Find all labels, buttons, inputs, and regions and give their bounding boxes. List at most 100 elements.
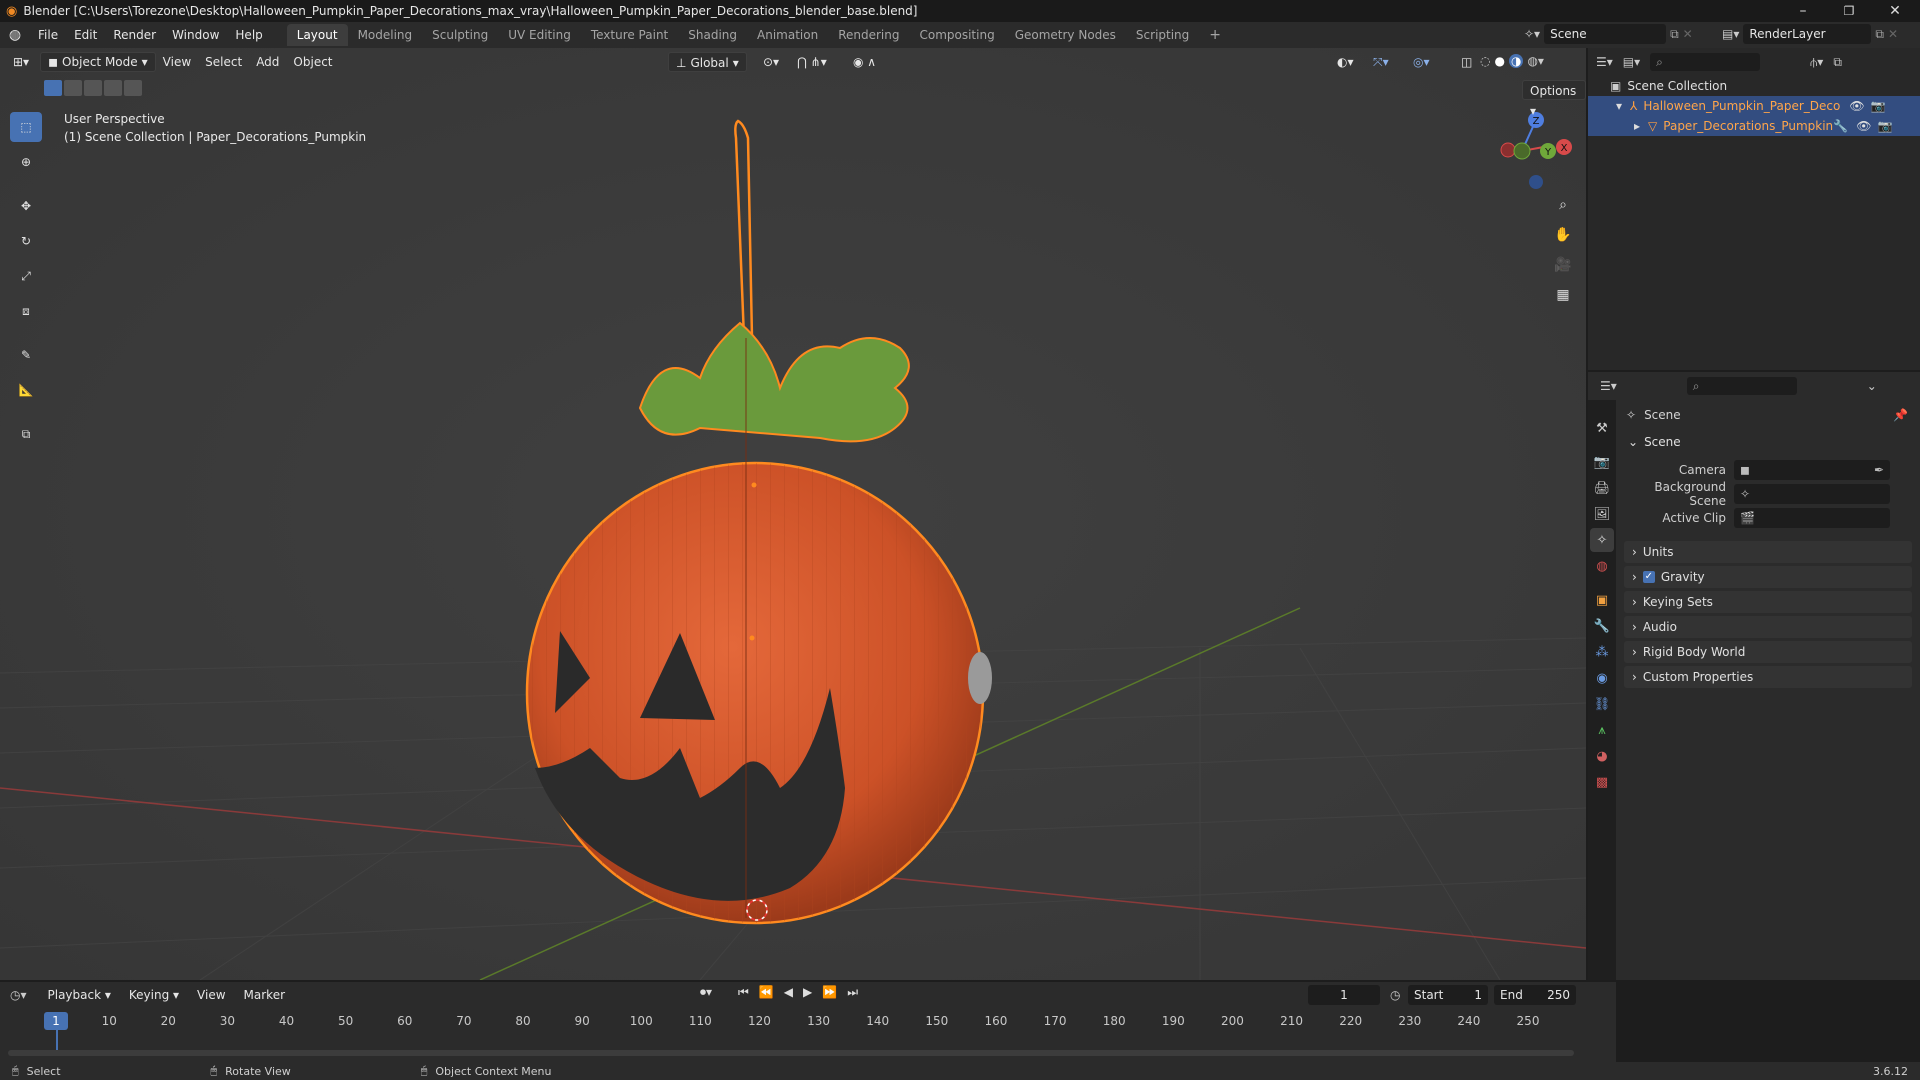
marker-menu[interactable]: Marker	[237, 985, 292, 1005]
select-box-tool-icon[interactable]: ⬚	[10, 112, 42, 142]
chevron-down-icon[interactable]: ⌄	[1867, 379, 1877, 393]
scene-icon[interactable]: ✧▾	[1524, 27, 1540, 41]
gravity-panel[interactable]: › ✓ Gravity	[1624, 566, 1912, 588]
camera-field[interactable]: ◼ ✒	[1734, 460, 1890, 480]
new-collection-icon[interactable]: ⧉	[1833, 55, 1842, 70]
constraints-tab-icon[interactable]: ⛓	[1590, 692, 1614, 716]
properties-editor-type-icon[interactable]: ☰▾	[1600, 379, 1617, 393]
material-tab-icon[interactable]: ◕	[1590, 744, 1614, 768]
menu-file[interactable]: File	[30, 24, 66, 46]
visibility-icon[interactable]: ◐▾	[1330, 52, 1361, 72]
rendered-shading-icon[interactable]: ◍▾	[1527, 54, 1544, 68]
rotate-tool-icon[interactable]: ↻	[10, 226, 42, 256]
select-invert-icon[interactable]	[104, 80, 122, 96]
pivot-icon[interactable]: ⊙▾	[756, 52, 786, 72]
snap-icon[interactable]: ⋂ ⋔▾	[790, 52, 834, 72]
render-camera-icon[interactable]: 📷	[1871, 99, 1886, 113]
collapse-arrow-icon[interactable]: ▾	[1616, 99, 1622, 113]
start-frame-field[interactable]: Start 1	[1408, 985, 1488, 1005]
tab-scripting[interactable]: Scripting	[1126, 24, 1199, 46]
tab-animation[interactable]: Animation	[747, 24, 828, 46]
zoom-icon[interactable]: ⌕	[1550, 192, 1576, 218]
maximize-button[interactable]: ❐	[1826, 0, 1872, 22]
mode-dropdown[interactable]: ◼ Object Mode ▾	[40, 52, 156, 72]
timeline-ruler[interactable]: 1 10 20 30 40 50 60 70 80 90 100 110 120 130 140 150 160…	[0, 1010, 1580, 1056]
active-clip-field[interactable]: 🎬	[1734, 508, 1890, 528]
select-extend-icon[interactable]	[64, 80, 82, 96]
ortho-grid-icon[interactable]: ▦	[1550, 282, 1576, 308]
scene-selector[interactable]: Scene	[1544, 24, 1667, 44]
outliner-row-scene-collection[interactable]: ▣ Scene Collection	[1588, 76, 1920, 96]
rigid-body-world-panel[interactable]: › Rigid Body World	[1624, 641, 1912, 663]
tab-compositing[interactable]: Compositing	[909, 24, 1004, 46]
tab-layout[interactable]: Layout	[286, 24, 348, 46]
timeline-editor-type-icon[interactable]: ◷▾	[10, 988, 27, 1002]
properties-search-input[interactable]: ⌕	[1686, 377, 1797, 395]
timeline-scrollbar[interactable]	[8, 1050, 1574, 1056]
keying-sets-panel[interactable]: › Keying Sets	[1624, 591, 1912, 613]
select-intersect-icon[interactable]	[124, 80, 142, 96]
background-scene-field[interactable]: ✧	[1734, 484, 1890, 504]
play-reverse-icon[interactable]: ◀	[784, 985, 793, 1000]
viewport-menu-select[interactable]: Select	[198, 52, 249, 72]
3d-viewport[interactable]: Z X Y ⊞▾ ◼ Object Mode ▾ View Select Add…	[0, 48, 1586, 980]
units-panel[interactable]: › Units	[1624, 541, 1912, 563]
proportional-edit-icon[interactable]: ◉ ∧	[846, 52, 883, 72]
wireframe-shading-icon[interactable]: ◌	[1480, 54, 1490, 68]
view-layer-tab-icon[interactable]: 🖼	[1590, 502, 1614, 526]
view-layer-selector[interactable]: RenderLayer	[1743, 24, 1872, 44]
close-button[interactable]: ✕	[1872, 0, 1918, 22]
menu-help[interactable]: Help	[227, 24, 270, 46]
blender-menu-icon[interactable]: ◍	[0, 27, 30, 43]
end-frame-field[interactable]: End 250	[1494, 985, 1576, 1005]
render-tab-icon[interactable]: 📷	[1590, 450, 1614, 474]
record-icon[interactable]: ⏺▾	[700, 985, 712, 1000]
add-cube-tool-icon[interactable]: ⧉	[10, 419, 42, 449]
outliner-row-empty[interactable]: ▾ ⅄ Halloween_Pumpkin_Paper_Decorations …	[1588, 96, 1920, 116]
move-tool-icon[interactable]: ✥	[10, 191, 42, 221]
new-scene-icon[interactable]: ⧉	[1670, 27, 1679, 42]
camera-view-icon[interactable]: 🎥	[1550, 252, 1576, 278]
viewport-menu-add[interactable]: Add	[249, 52, 286, 72]
playback-menu[interactable]: Playback ▾	[41, 985, 118, 1005]
visibility-eye-icon[interactable]: 👁	[1849, 99, 1864, 113]
next-keyframe-icon[interactable]: ⏩	[822, 985, 837, 1000]
transform-tool-icon[interactable]: ⧈	[10, 296, 42, 326]
tab-sculpting[interactable]: Sculpting	[422, 24, 498, 46]
annotate-tool-icon[interactable]: ✎	[10, 340, 42, 370]
eyedropper-icon[interactable]: ✒	[1874, 463, 1884, 477]
orientation-dropdown[interactable]: ⊥ Global ▾	[668, 52, 747, 72]
overlay-toggle-icon[interactable]: ◎▾	[1406, 52, 1437, 72]
current-frame-field[interactable]: 1	[1308, 985, 1380, 1005]
material-shading-icon[interactable]: ◑	[1508, 54, 1524, 68]
pin-icon[interactable]: 📌	[1893, 408, 1908, 422]
jump-end-icon[interactable]: ⏭	[847, 985, 858, 1000]
xray-icon[interactable]: ◫	[1454, 52, 1479, 72]
tab-texture-paint[interactable]: Texture Paint	[581, 24, 678, 46]
menu-edit[interactable]: Edit	[66, 24, 105, 46]
view-layer-icon[interactable]: ▤▾	[1722, 27, 1739, 41]
solid-shading-icon[interactable]: ●	[1494, 54, 1504, 68]
viewport-menu-object[interactable]: Object	[286, 52, 339, 72]
play-icon[interactable]: ▶	[803, 985, 812, 1000]
scene-panel-header[interactable]: ⌄ Scene	[1616, 430, 1920, 454]
menu-render[interactable]: Render	[105, 24, 164, 46]
outliner-row-mesh[interactable]: ▸ ▽ Paper_Decorations_Pumpkin 🔧 👁 📷	[1588, 116, 1920, 136]
viewport-menu-view[interactable]: View	[156, 52, 198, 72]
select-subtract-icon[interactable]	[84, 80, 102, 96]
render-camera-icon[interactable]: 📷	[1877, 119, 1892, 133]
scene-tab-icon[interactable]: ✧	[1590, 528, 1614, 552]
expand-arrow-icon[interactable]: ▸	[1634, 119, 1640, 133]
pan-hand-icon[interactable]: ✋	[1550, 222, 1576, 248]
modifier-tab-icon[interactable]: 🔧	[1590, 614, 1614, 638]
output-tab-icon[interactable]: 🖨	[1590, 476, 1614, 500]
world-tab-icon[interactable]: ◍	[1590, 554, 1614, 578]
new-view-layer-icon[interactable]: ⧉	[1875, 27, 1884, 42]
data-tab-icon[interactable]: ⩚	[1590, 718, 1614, 742]
delete-scene-icon[interactable]: ✕	[1683, 27, 1693, 41]
select-new-icon[interactable]	[44, 80, 62, 96]
texture-tab-icon[interactable]: ▩	[1590, 770, 1614, 794]
jump-start-icon[interactable]: ⏮	[738, 985, 749, 1000]
timeline-view-menu[interactable]: View	[190, 985, 232, 1005]
visibility-eye-icon[interactable]: 👁	[1856, 119, 1871, 133]
